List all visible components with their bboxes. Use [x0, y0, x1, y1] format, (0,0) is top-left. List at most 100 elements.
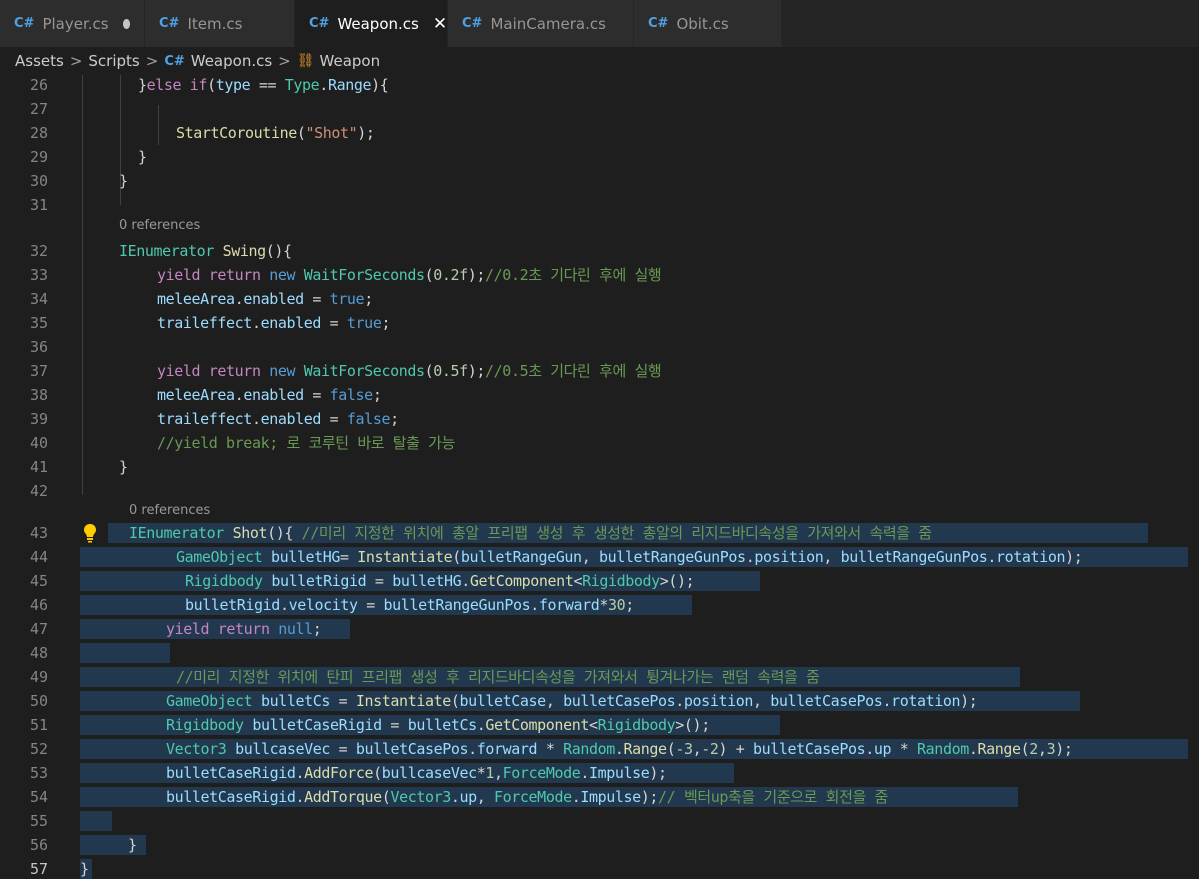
token: bulletRigid	[185, 596, 280, 614]
tab-player[interactable]: C# Player.cs	[0, 0, 145, 47]
breadcrumb-scripts[interactable]: Scripts	[88, 52, 139, 70]
token: .	[251, 410, 261, 428]
token: *	[599, 596, 608, 614]
token: Range	[977, 740, 1021, 758]
code-line-52: Vector3 bullcaseVec = bulletCasePos.forw…	[166, 739, 1073, 759]
line-number: 31	[29, 196, 48, 214]
line-number: 28	[29, 124, 48, 142]
line-number: 44	[29, 548, 48, 566]
line-number: 50	[29, 692, 48, 710]
token: bulletCaseRigid	[166, 764, 296, 782]
token: bulletCs	[260, 692, 330, 710]
tab-obit[interactable]: C# Obit.cs	[634, 0, 782, 47]
breadcrumb-class[interactable]: Weapon	[320, 52, 381, 70]
token: ){	[371, 76, 389, 94]
code-line-29: }	[138, 147, 147, 167]
token: bulletHG	[270, 548, 340, 566]
csharp-icon: C#	[164, 53, 185, 69]
token: ,	[476, 788, 495, 806]
token: }	[128, 836, 137, 854]
close-icon[interactable]: ✕	[433, 14, 447, 34]
code-line-47: yield return null;	[166, 619, 322, 639]
code-line-34: meleeArea.enabled = true;	[157, 289, 373, 309]
token: null	[278, 620, 313, 638]
tab-item[interactable]: C# Item.cs	[145, 0, 295, 47]
token: "Shot"	[305, 124, 358, 142]
token: AddTorque	[304, 788, 382, 806]
chevron-right-icon: >	[145, 52, 159, 70]
token: ==	[250, 76, 285, 94]
token: IEnumerator	[119, 242, 214, 260]
token: WaitForSeconds	[303, 266, 425, 284]
indent-guide	[158, 105, 159, 145]
code-line-28: StartCoroutine("Shot");	[176, 123, 375, 143]
token: ,	[1037, 740, 1047, 758]
token: );	[467, 266, 486, 284]
token: ForceMode	[494, 788, 572, 806]
token: true	[346, 314, 382, 332]
tab-label: Weapon.cs	[337, 14, 419, 33]
line-number: 52	[29, 740, 48, 758]
token: bullcaseVec	[235, 740, 331, 758]
codelens-references[interactable]: 0 references	[129, 503, 210, 518]
line-number: 49	[29, 668, 48, 686]
token: //0.5초 기다린 후에 실행	[485, 362, 662, 380]
token: );	[960, 692, 978, 710]
selection-highlight	[80, 643, 170, 663]
token: bulletRigid	[271, 572, 367, 590]
code-editor[interactable]: 26 27 28 29 30 31 32 33 34 35 36 37 38 3…	[0, 75, 1199, 879]
token: -3	[675, 740, 693, 758]
token: }	[119, 458, 128, 476]
code-line-39: traileffect.enabled = false;	[157, 409, 399, 429]
token: Rigidbody	[582, 572, 660, 590]
token: *	[537, 740, 564, 758]
token: bulletRangeGun	[460, 548, 582, 566]
token: ;	[364, 290, 373, 308]
modified-dot-icon[interactable]	[122, 18, 130, 29]
token: >();	[659, 572, 695, 590]
line-number: 33	[29, 266, 48, 284]
token: ;	[312, 620, 322, 638]
token: .	[530, 596, 539, 614]
token: Vector3	[166, 740, 227, 758]
token: =	[381, 716, 408, 734]
token: }	[119, 172, 128, 190]
token: yield return	[166, 620, 270, 638]
tab-label: Obit.cs	[676, 14, 729, 33]
codelens-references[interactable]: 0 references	[119, 218, 200, 233]
tab-maincamera[interactable]: C# MainCamera.cs	[448, 0, 634, 47]
breadcrumb-assets[interactable]: Assets	[15, 52, 64, 70]
token: AddForce	[304, 764, 374, 782]
lightbulb-icon[interactable]	[82, 523, 98, 543]
token: bulletRangeGunPos	[840, 548, 988, 566]
token: .	[450, 788, 460, 806]
token: enabled	[260, 314, 322, 332]
token: rotation	[996, 548, 1066, 566]
code-line-32: IEnumerator Swing(){	[119, 241, 292, 261]
chevron-right-icon: >	[278, 52, 291, 70]
csharp-icon: C#	[309, 16, 330, 31]
line-number: 46	[29, 596, 48, 614]
token: );	[467, 362, 486, 380]
token: <	[573, 572, 583, 590]
token: meleeArea	[157, 386, 235, 404]
breadcrumb-file[interactable]: Weapon.cs	[191, 52, 272, 70]
line-number: 45	[29, 572, 48, 590]
token: ;	[625, 596, 634, 614]
csharp-icon: C#	[462, 16, 483, 31]
line-number: 55	[29, 812, 48, 830]
tab-label: MainCamera.cs	[490, 14, 606, 33]
code-line-51: Rigidbody bulletCaseRigid = bulletCs.Get…	[166, 715, 710, 735]
token: enabled	[260, 410, 322, 428]
code-line-43: IEnumerator Shot(){ //미리 지정한 위치에 총알 프리팹 …	[129, 523, 932, 543]
line-number: 35	[29, 314, 48, 332]
token: Instantiate	[357, 548, 453, 566]
token: yield return	[157, 266, 261, 284]
token: =	[340, 548, 358, 566]
tab-weapon[interactable]: C# Weapon.cs ✕	[295, 0, 448, 47]
code-line-54: bulletCaseRigid.AddTorque(Vector3.up, Fo…	[166, 787, 888, 807]
